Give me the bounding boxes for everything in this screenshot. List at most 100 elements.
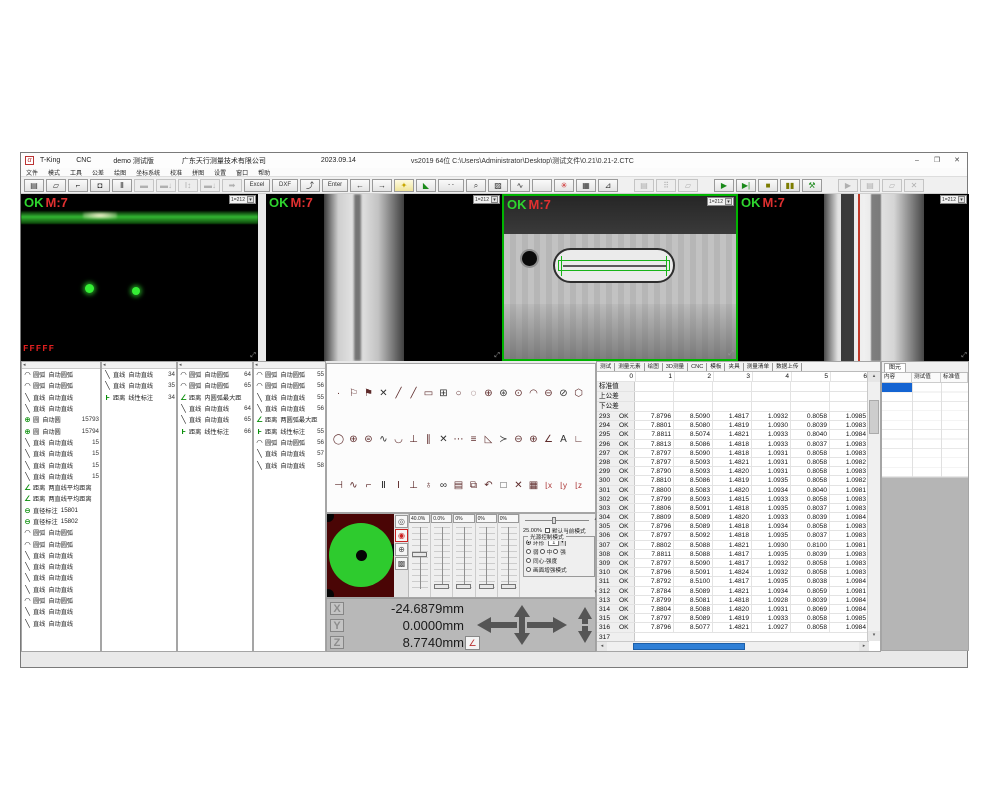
- element-row[interactable]: ╲ 直线 自动直线 15: [22, 437, 100, 448]
- detail-rows[interactable]: [882, 383, 968, 478]
- element-row[interactable]: ◠ 圆弧 自动圆弧 64: [178, 369, 252, 380]
- slider-track[interactable]: [508, 527, 509, 589]
- toolbar-button[interactable]: ⌐: [68, 179, 88, 192]
- scroll-left-icon[interactable]: ◂: [179, 362, 182, 368]
- slider-track[interactable]: [442, 527, 443, 589]
- element-row[interactable]: ╲ 直线 自动直线 15: [22, 471, 100, 482]
- element-row[interactable]: ╲ 直线 自动直线 34: [102, 369, 176, 380]
- measure-tool-icon[interactable]: ⊕: [346, 434, 361, 445]
- light-slider[interactable]: 40.0%: [409, 514, 431, 597]
- measure-tool-icon[interactable]: ∿: [376, 434, 391, 445]
- light-mode-button[interactable]: ◎: [395, 515, 408, 528]
- table-tab[interactable]: 3D测量: [663, 363, 688, 371]
- measure-tool-icon[interactable]: ⊛: [496, 388, 511, 399]
- toolbar-button[interactable]: ⌕: [466, 179, 486, 192]
- slider-track[interactable]: [486, 527, 487, 589]
- light-mode-button[interactable]: ⊕: [395, 543, 408, 556]
- measurement-row[interactable]: 295OK 7.8811 8.5074 1.4821 1.0933 0.8040…: [597, 430, 869, 439]
- measure-tool-icon[interactable]: ⌊z: [571, 481, 586, 490]
- measure-tool-icon[interactable]: ∟: [571, 434, 586, 445]
- resize-icon[interactable]: ⤢: [728, 350, 734, 358]
- ring-light-preview[interactable]: [327, 514, 394, 597]
- measurement-row[interactable]: 314OK 7.8804 8.5088 1.4820 1.0931 0.8069…: [597, 605, 869, 614]
- slider-track[interactable]: [464, 527, 465, 589]
- toolbar-button[interactable]: ←: [350, 179, 370, 192]
- measurement-row[interactable]: 312OK 7.8784 8.5089 1.4821 1.0934 0.8059…: [597, 587, 869, 596]
- measure-tool-icon[interactable]: ⌊y: [556, 481, 571, 490]
- element-row[interactable]: ⊕ 圆 自动圆 15794: [22, 425, 100, 436]
- chevron-down-icon[interactable]: ▾: [491, 196, 498, 203]
- chevron-down-icon[interactable]: ▾: [958, 196, 965, 203]
- measure-tool-icon[interactable]: ⊖: [511, 434, 526, 445]
- chevron-down-icon[interactable]: ▾: [725, 198, 732, 205]
- toolbar-button[interactable]: I↕: [178, 179, 198, 192]
- slider-thumb[interactable]: [434, 584, 449, 589]
- measure-tool-icon[interactable]: ◡: [391, 434, 406, 445]
- camera-view-4[interactable]: OKM:7 1=212▾ ⤢: [738, 194, 969, 361]
- measurement-row[interactable]: 299OK 7.8790 8.5093 1.4820 1.0931 0.8058…: [597, 467, 869, 476]
- measure-tool-icon[interactable]: ⌊x: [541, 481, 556, 490]
- element-row[interactable]: ╲ 直线 自动直线 15: [22, 448, 100, 459]
- element-row[interactable]: ╲ 直线 自动直线 35: [102, 380, 176, 391]
- element-row[interactable]: ╲ 直线 自动直线: [22, 618, 100, 629]
- toolbar-button[interactable]: ◣: [416, 179, 436, 192]
- measure-tool-icon[interactable]: Ⅱ: [376, 480, 391, 491]
- channel-selector[interactable]: 1=212▾: [229, 195, 256, 204]
- toolbar-button[interactable]: ▤: [860, 179, 880, 192]
- light-slider[interactable]: 0%: [476, 514, 498, 597]
- toolbar-button[interactable]: ▬↓: [156, 179, 176, 192]
- scroll-down-icon[interactable]: ▾: [868, 631, 880, 641]
- light-mode-button[interactable]: ◉: [395, 529, 408, 542]
- measurement-row[interactable]: 315OK 7.8797 8.5089 1.4819 1.0933 0.8058…: [597, 614, 869, 623]
- measure-tool-icon[interactable]: ⬡: [571, 388, 586, 399]
- element-row[interactable]: ╲ 直线 自动直线 15: [22, 459, 100, 470]
- measure-tool-icon[interactable]: ▭: [421, 388, 436, 399]
- measure-tool-icon[interactable]: ⊘: [556, 388, 571, 399]
- toolbar-button[interactable]: ▬↓: [200, 179, 220, 192]
- toolbar-button[interactable]: ◘: [90, 179, 110, 192]
- scroll-left-icon[interactable]: ◂: [597, 642, 607, 651]
- measurement-row[interactable]: 304OK 7.8809 8.5089 1.4820 1.0933 0.8039…: [597, 513, 869, 522]
- measure-tool-icon[interactable]: ⊖: [541, 388, 556, 399]
- element-row[interactable]: ∠ 距离 内圆弧最大距: [178, 392, 252, 403]
- element-row[interactable]: ╲ 直线 自动直线 57: [254, 448, 325, 459]
- toolbar-button[interactable]: [532, 179, 552, 192]
- measure-tool-icon[interactable]: ⊥: [406, 434, 421, 445]
- element-row[interactable]: Ⱶ 距离 线性标注 34: [102, 392, 176, 403]
- measure-tool-icon[interactable]: ⊙: [511, 388, 526, 399]
- table-tab[interactable]: 模板: [707, 363, 725, 371]
- element-row[interactable]: ⊖ 直径标注 15802: [22, 516, 100, 527]
- element-row[interactable]: ◠ 圆弧 自动圆弧: [22, 369, 100, 380]
- jog-xy-arrows[interactable]: [477, 605, 567, 645]
- measure-tool-icon[interactable]: ⌐: [361, 480, 376, 491]
- table-tab[interactable]: 测量元素: [615, 363, 644, 371]
- measurement-row[interactable]: 296OK 7.8813 8.5086 1.4818 1.0933 0.8037…: [597, 440, 869, 449]
- measurement-row[interactable]: 302OK 7.8799 8.5093 1.4815 1.0933 0.8058…: [597, 495, 869, 504]
- element-row[interactable]: ╲ 直线 自动直线: [22, 561, 100, 572]
- measurement-row[interactable]: 293OK 7.8796 8.5090 1.4817 1.0932 0.8058…: [597, 412, 869, 421]
- camera-view-3-selected[interactable]: OKM:7 1=212▾ ⤢: [502, 194, 738, 361]
- slider-thumb[interactable]: [479, 584, 494, 589]
- table-vertical-scrollbar[interactable]: ▴ ▾: [867, 372, 880, 641]
- measure-tool-icon[interactable]: ⊕: [526, 434, 541, 445]
- toolbar-button[interactable]: Ⅱ: [112, 179, 132, 192]
- toolbar-button[interactable]: ■: [758, 179, 778, 192]
- menu-item[interactable]: 模式: [43, 168, 65, 177]
- measure-tool-icon[interactable]: ▦: [526, 480, 541, 491]
- element-row[interactable]: ╲ 直线 自动直线: [22, 584, 100, 595]
- measure-tool-icon[interactable]: ∿: [346, 480, 361, 491]
- menu-item[interactable]: 拼图: [187, 168, 209, 177]
- element-row[interactable]: ╲ 直线 自动直线 58: [254, 459, 325, 470]
- resize-icon[interactable]: ⤢: [250, 352, 256, 360]
- measurement-row[interactable]: 306OK 7.8797 8.5092 1.4818 1.0935 0.8037…: [597, 531, 869, 540]
- resize-icon[interactable]: ⤢: [961, 352, 967, 360]
- light-mode-button[interactable]: ▩: [395, 557, 408, 570]
- list-scrollbar[interactable]: ◂: [102, 362, 176, 369]
- scroll-left-icon[interactable]: ◂: [23, 362, 26, 368]
- list-scrollbar[interactable]: ◂: [254, 362, 325, 369]
- toolbar-button[interactable]: ▦: [576, 179, 596, 192]
- toolbar-button[interactable]: ▤: [634, 179, 654, 192]
- toolbar-button[interactable]: ▱: [46, 179, 66, 192]
- element-row[interactable]: ∠ 距离 两直线平均距离: [22, 482, 100, 493]
- measure-tool-icon[interactable]: ◺: [481, 434, 496, 445]
